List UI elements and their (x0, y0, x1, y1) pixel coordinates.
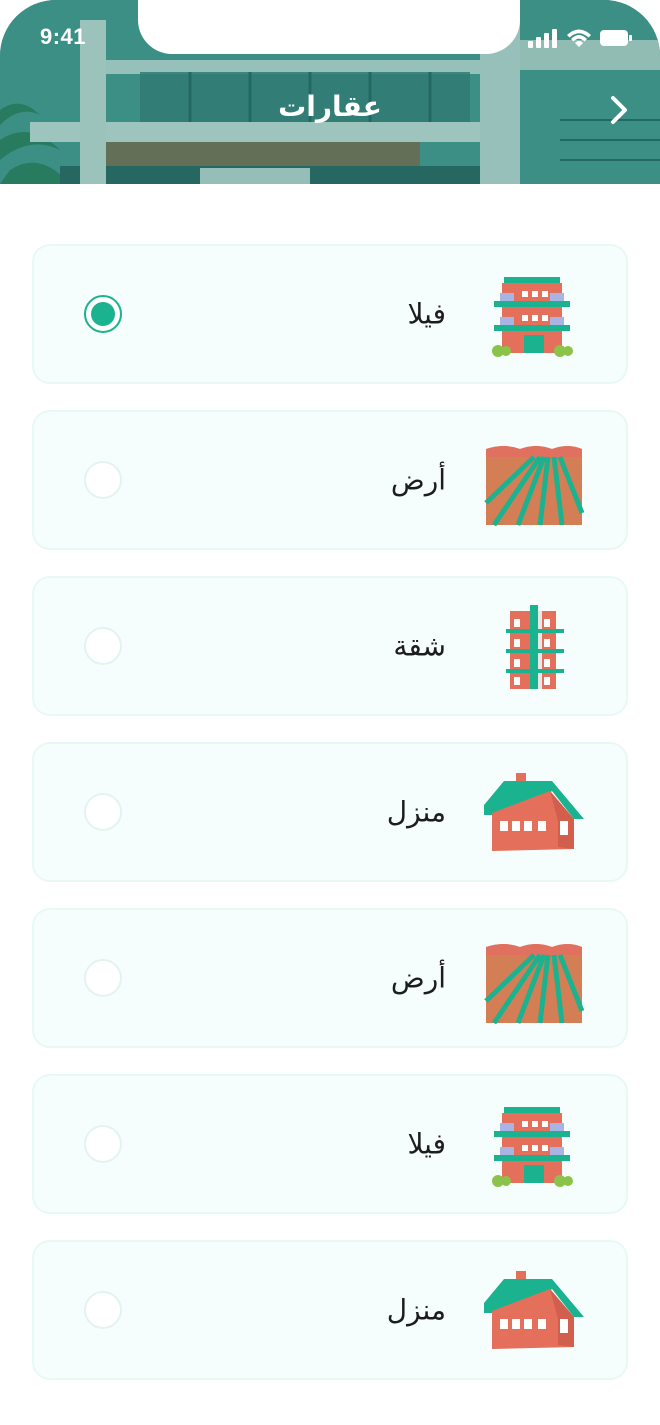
radio-button[interactable] (84, 1291, 122, 1329)
land-field-icon (484, 944, 584, 1025)
option-label: منزل (386, 1293, 446, 1327)
option-label: منزل (386, 795, 446, 829)
land-field-icon (484, 446, 584, 527)
property-type-list: فيلا أرض شقة منزل أرض فيلا منزل (32, 244, 628, 1406)
wifi-icon (567, 29, 591, 47)
device-notch (138, 0, 520, 54)
apartment-building-icon (506, 605, 564, 689)
property-option-land[interactable]: أرض (32, 410, 628, 550)
status-icons (528, 28, 632, 48)
radio-button[interactable] (84, 959, 122, 997)
villa-building-icon (492, 1107, 573, 1187)
house-icon (484, 1271, 584, 1349)
option-label: أرض (390, 463, 446, 497)
cellular-signal-icon (528, 29, 557, 48)
status-time: 9:41 (40, 24, 87, 49)
property-option-villa[interactable]: فيلا (32, 244, 628, 384)
battery-icon (600, 30, 632, 46)
property-option-land[interactable]: أرض (32, 908, 628, 1048)
page-title: عقارات (278, 90, 382, 123)
property-option-house[interactable]: منزل (32, 1240, 628, 1380)
radio-button[interactable] (84, 627, 122, 665)
radio-button[interactable] (84, 1125, 122, 1163)
house-icon (484, 773, 584, 851)
chevron-right-icon (611, 96, 627, 124)
option-label: فيلا (407, 1127, 446, 1161)
screen: 9:41 عقارات فيلا أرض شقة منزل أرض فيلا م… (0, 0, 660, 1425)
radio-button[interactable] (84, 793, 122, 831)
property-option-house[interactable]: منزل (32, 742, 628, 882)
option-label: فيلا (407, 297, 446, 331)
option-label: أرض (390, 961, 446, 995)
back-button[interactable] (604, 92, 634, 128)
villa-building-icon (492, 277, 573, 357)
header-banner: 9:41 عقارات (0, 0, 660, 184)
radio-button[interactable] (84, 461, 122, 499)
property-option-apartment[interactable]: شقة (32, 576, 628, 716)
property-option-villa[interactable]: فيلا (32, 1074, 628, 1214)
option-label: شقة (393, 629, 446, 663)
radio-button-selected[interactable] (84, 295, 122, 333)
